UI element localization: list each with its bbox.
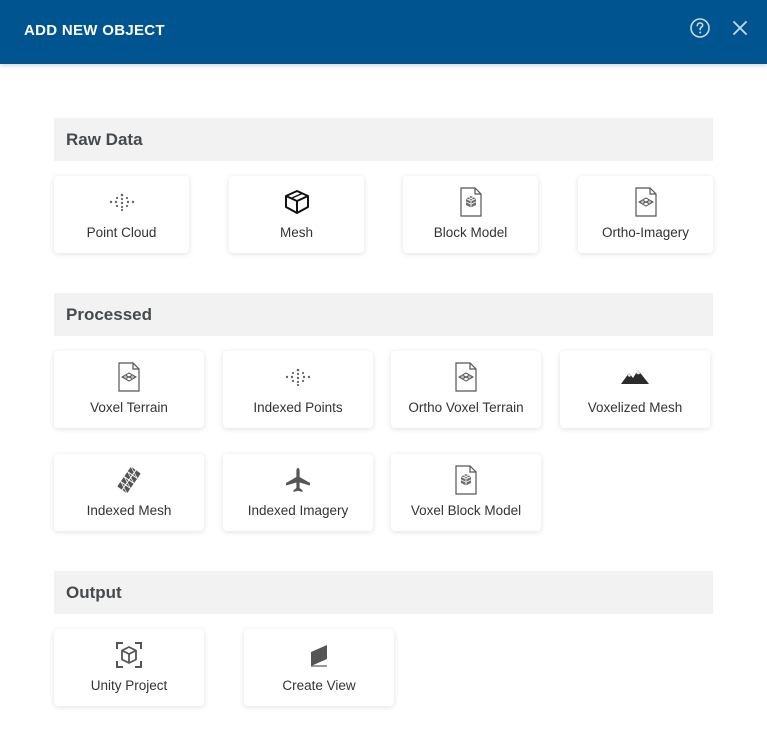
point-cloud-icon — [107, 187, 137, 217]
section-output: Output — [54, 571, 713, 614]
card-label: Indexed Mesh — [86, 503, 172, 518]
card-voxelized-mesh[interactable]: Voxelized Mesh — [560, 351, 710, 428]
section-title-output: Output — [66, 583, 122, 602]
dialog-title: ADD NEW OBJECT — [24, 22, 165, 39]
close-icon — [733, 21, 747, 35]
mesh-box-icon — [282, 187, 312, 217]
add-new-object-dialog: ADD NEW OBJECT Raw Data Point Cloud Mesh… — [0, 0, 767, 754]
section-processed: Processed — [54, 293, 713, 336]
card-indexed-mesh[interactable]: Indexed Mesh — [54, 454, 204, 531]
ortho-imagery-file-icon — [631, 187, 661, 217]
card-voxel-terrain[interactable]: Voxel Terrain — [54, 351, 204, 428]
card-label: Block Model — [433, 225, 508, 240]
card-unity-project[interactable]: Unity Project — [54, 629, 204, 706]
ortho-voxel-terrain-file-icon — [451, 362, 481, 392]
card-ortho-voxel-terrain[interactable]: Ortho Voxel Terrain — [391, 351, 541, 428]
voxel-block-model-file-icon — [451, 465, 481, 495]
unity-cube-icon — [114, 640, 144, 670]
block-model-file-icon — [456, 187, 486, 217]
card-label: Ortho Voxel Terrain — [408, 400, 524, 415]
create-view-icon — [304, 640, 334, 670]
card-label: Voxelized Mesh — [587, 400, 683, 415]
card-label: Unity Project — [90, 678, 168, 693]
card-point-cloud[interactable]: Point Cloud — [54, 176, 189, 253]
close-button[interactable] — [728, 16, 752, 40]
card-label: Indexed Points — [253, 400, 343, 415]
card-indexed-points[interactable]: Indexed Points — [223, 351, 373, 428]
dialog-header: ADD NEW OBJECT — [0, 0, 767, 64]
indexed-mesh-icon — [114, 465, 144, 495]
card-label: Ortho-Imagery — [601, 225, 690, 240]
help-circle-icon — [690, 18, 710, 38]
card-voxel-block-model[interactable]: Voxel Block Model — [391, 454, 541, 531]
card-label: Indexed Imagery — [247, 503, 349, 518]
airplane-icon — [283, 465, 313, 495]
card-ortho-imagery[interactable]: Ortho-Imagery — [578, 176, 713, 253]
section-title-raw-data: Raw Data — [66, 130, 143, 149]
card-label: Mesh — [279, 225, 313, 240]
card-indexed-imagery[interactable]: Indexed Imagery — [223, 454, 373, 531]
section-title-processed: Processed — [66, 305, 152, 324]
voxel-terrain-file-icon — [114, 362, 144, 392]
card-create-view[interactable]: Create View — [244, 629, 394, 706]
card-block-model[interactable]: Block Model — [403, 176, 538, 253]
card-label: Voxel Terrain — [90, 400, 168, 415]
card-label: Voxel Block Model — [410, 503, 522, 518]
mountains-icon — [620, 362, 650, 392]
card-mesh[interactable]: Mesh — [229, 176, 364, 253]
section-raw-data: Raw Data — [54, 118, 713, 161]
card-label: Create View — [282, 678, 356, 693]
card-label: Point Cloud — [86, 225, 157, 240]
indexed-points-icon — [283, 362, 313, 392]
help-button[interactable] — [688, 16, 712, 40]
